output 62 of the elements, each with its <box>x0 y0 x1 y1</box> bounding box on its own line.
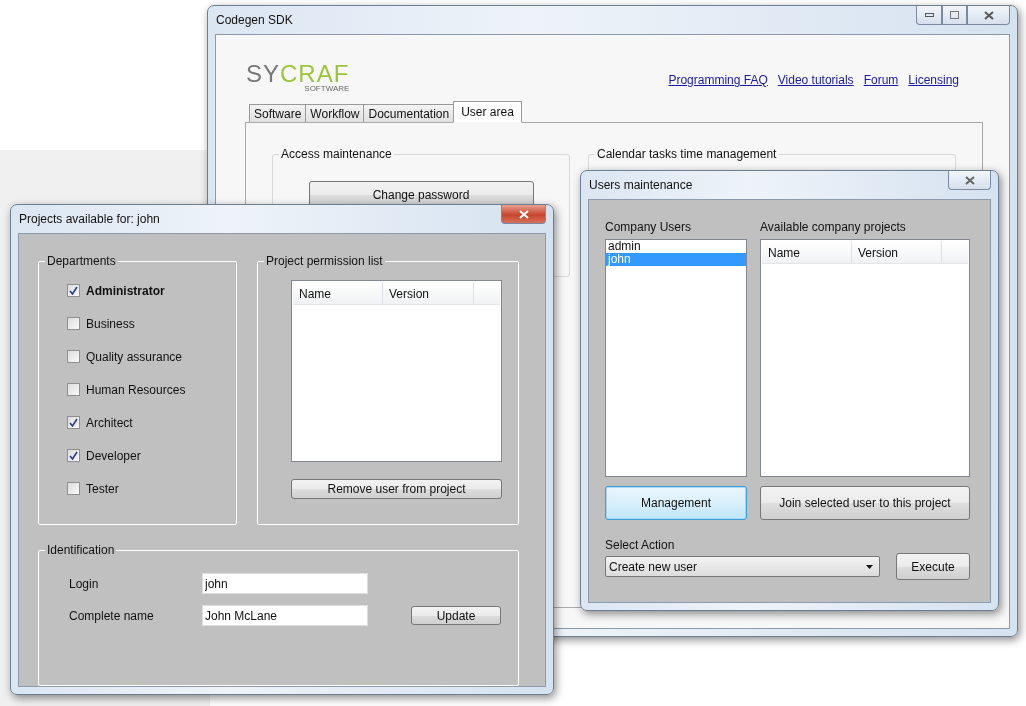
group-title: Departments <box>46 254 117 268</box>
group-title: Calendar tasks time management <box>596 147 778 161</box>
checkbox[interactable] <box>67 482 80 495</box>
minimize-icon <box>924 13 934 17</box>
checkbox-label: Business <box>86 316 135 331</box>
remove-user-button[interactable]: Remove user from project <box>291 479 502 499</box>
logo-text: CRAF <box>280 60 350 87</box>
group-title: Identification <box>46 543 116 557</box>
execute-button[interactable]: Execute <box>896 553 970 580</box>
column-header[interactable]: Name <box>293 282 383 304</box>
checkmark-icon <box>69 286 78 295</box>
checkbox[interactable] <box>67 317 80 330</box>
window-title: Users maintenance <box>588 178 693 192</box>
column-header[interactable]: Version <box>852 241 942 263</box>
field-label: Login <box>69 576 100 591</box>
checkmark-icon <box>69 451 78 460</box>
checkbox[interactable] <box>67 449 80 462</box>
dropdown-arrow-icon <box>866 564 873 569</box>
window-title: Projects available for: john <box>18 212 160 226</box>
checkbox-label: Human Resources <box>86 382 186 397</box>
checkbox-label: Administrator <box>86 283 165 298</box>
update-button[interactable]: Update <box>411 606 501 625</box>
column-header[interactable]: Version <box>383 282 474 304</box>
list-label: Company Users <box>605 220 693 234</box>
join-button[interactable]: Join selected user to this project <box>760 486 970 520</box>
minimize-button[interactable] <box>916 6 942 25</box>
list-label: Available company projects <box>760 220 907 234</box>
action-dropdown[interactable]: Create new user <box>605 556 880 577</box>
maximize-icon <box>950 11 959 19</box>
list-item[interactable]: admin <box>606 240 746 253</box>
checkbox-label: Developer <box>86 448 141 463</box>
checkbox-label: Tester <box>86 481 119 496</box>
close-button[interactable] <box>948 171 991 190</box>
link[interactable]: Video tutorials <box>777 73 854 87</box>
link[interactable]: Programming FAQ <box>668 73 768 87</box>
window-title: Codegen SDK <box>215 13 293 27</box>
logo-tagline: SOFTWARE <box>304 85 350 93</box>
checkbox[interactable] <box>67 350 80 363</box>
close-button[interactable] <box>501 205 546 224</box>
tab[interactable]: User area <box>453 101 522 123</box>
link[interactable]: Forum <box>863 73 899 87</box>
column-header[interactable]: Name <box>762 241 852 263</box>
group-title: Project permission list <box>265 254 384 268</box>
link[interactable]: Licensing <box>908 73 959 87</box>
checkbox[interactable] <box>67 383 80 396</box>
field-label: Complete name <box>69 608 155 623</box>
field-label: Select Action <box>605 538 675 552</box>
close-icon <box>964 175 975 185</box>
logo-text: SY <box>246 60 280 87</box>
checkbox-label: Architect <box>86 415 133 430</box>
checkmark-icon <box>69 418 78 427</box>
close-button[interactable] <box>967 6 1010 25</box>
close-icon <box>983 10 994 20</box>
checkbox-label: Quality assurance <box>86 349 183 364</box>
checkbox[interactable] <box>67 416 80 429</box>
maximize-button[interactable] <box>942 6 967 25</box>
management-button[interactable]: Management <box>605 486 747 520</box>
close-icon <box>518 209 529 219</box>
checkbox[interactable] <box>67 284 80 297</box>
text-field[interactable]: John McLane <box>202 605 368 626</box>
text-field[interactable]: john <box>202 573 368 594</box>
group-title: Access maintenance <box>280 147 393 161</box>
